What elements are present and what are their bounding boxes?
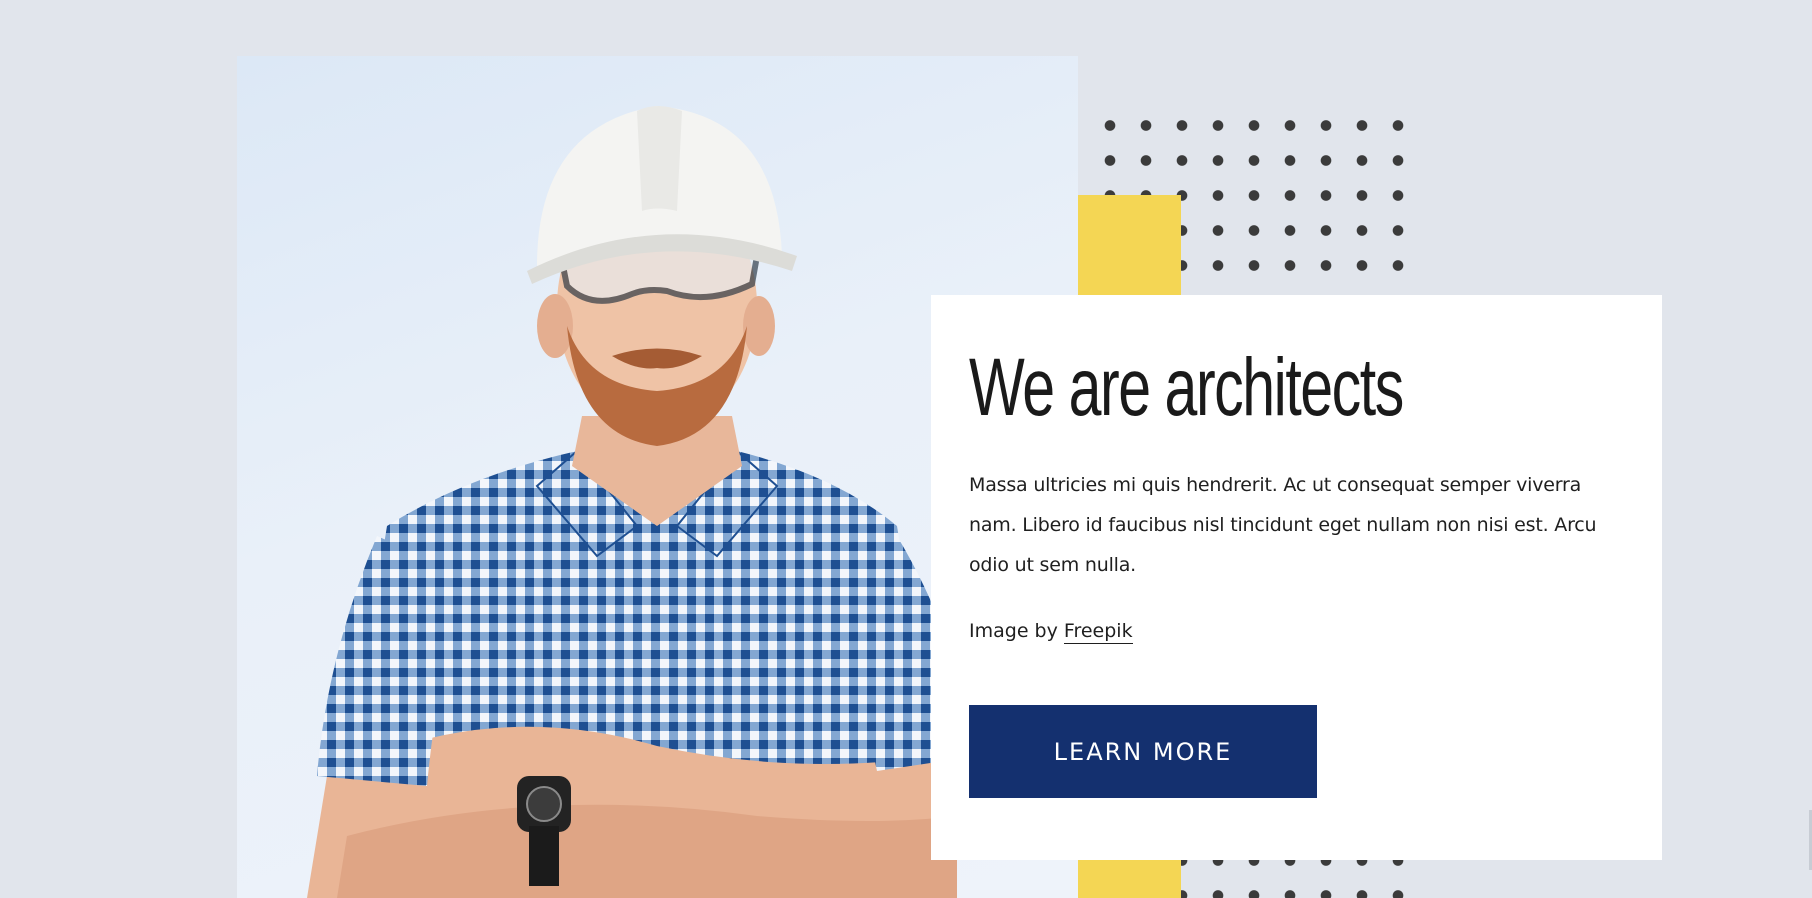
credit-prefix: Image by — [969, 620, 1058, 642]
section-heading: We are architects — [969, 342, 1404, 433]
intro-card: We are architects Massa ultricies mi qui… — [931, 295, 1662, 860]
learn-more-button[interactable]: LEARN MORE — [969, 705, 1317, 798]
section-body: Massa ultricies mi quis hendrerit. Ac ut… — [969, 474, 1597, 576]
image-credit: Image by Freepik — [969, 615, 1626, 647]
freepik-link[interactable]: Freepik — [1063, 620, 1133, 644]
